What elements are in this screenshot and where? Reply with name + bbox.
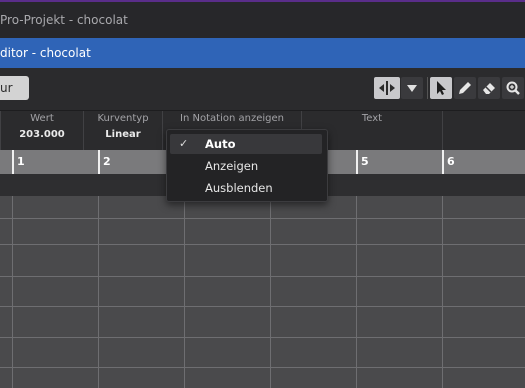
menu-item-auto[interactable]: ✓ Auto xyxy=(170,134,322,154)
column-value: 203.000 xyxy=(19,129,65,140)
grid-line xyxy=(0,337,525,338)
grid-line xyxy=(184,196,185,388)
zoom-tool-button[interactable] xyxy=(502,77,524,99)
ruler-bar-line xyxy=(442,150,444,174)
grid-line xyxy=(98,196,99,388)
editor-title-bar: ditor - chocolat xyxy=(0,38,525,68)
ruler-bar-label: 1 xyxy=(17,155,25,168)
grid-line xyxy=(442,196,443,388)
column-header: In Notation anzeigen xyxy=(180,113,284,124)
window-title-bar: Pro-Projekt - chocolat xyxy=(0,2,525,38)
left-toolbar-button[interactable]: ur xyxy=(0,76,29,100)
snap-mode-dropdown[interactable] xyxy=(401,77,423,99)
event-display-grid[interactable] xyxy=(0,196,525,388)
pencil-icon xyxy=(459,82,471,94)
column-header: Text xyxy=(361,113,383,124)
column-divider xyxy=(442,111,443,150)
grid-line xyxy=(270,196,271,388)
menu-item-label: Anzeigen xyxy=(205,159,259,173)
pointer-icon xyxy=(437,81,446,95)
window-title: Pro-Projekt - chocolat xyxy=(0,13,128,27)
snap-icon xyxy=(379,81,395,95)
notation-display-menu: ✓ Auto Anzeigen Ausblenden xyxy=(166,129,328,202)
snap-mode-button[interactable] xyxy=(374,77,400,99)
ruler-bar-line xyxy=(356,150,358,174)
grid-line xyxy=(0,306,525,307)
ruler-bar-label: 6 xyxy=(447,155,455,168)
left-toolbar-button-label: ur xyxy=(0,81,13,95)
column-header: Kurventyp xyxy=(97,113,149,124)
menu-item-label: Ausblenden xyxy=(205,181,273,195)
toolbar: ur xyxy=(0,68,525,111)
checkmark-icon: ✓ xyxy=(179,137,189,150)
eraser-icon xyxy=(483,83,495,94)
toolbar-divider xyxy=(427,77,428,99)
grid-line xyxy=(0,218,525,219)
column-wert[interactable]: Wert 203.000 xyxy=(1,111,83,150)
ruler-bar-label: 5 xyxy=(361,155,369,168)
select-tool-button[interactable] xyxy=(430,77,452,99)
grid-line xyxy=(12,196,13,388)
editor-title: ditor - chocolat xyxy=(0,46,91,60)
menu-item-label: Auto xyxy=(205,137,236,151)
draw-tool-button[interactable] xyxy=(454,77,476,99)
ruler-bar-label: 2 xyxy=(103,155,111,168)
grid-line xyxy=(0,276,525,277)
erase-tool-button[interactable] xyxy=(478,77,500,99)
column-value: Linear xyxy=(105,129,141,140)
column-kurventyp[interactable]: Kurventyp Linear xyxy=(84,111,162,150)
grid-line xyxy=(0,244,525,245)
grid-line xyxy=(356,196,357,388)
menu-item-ausblenden[interactable]: Ausblenden xyxy=(170,178,322,198)
menu-item-anzeigen[interactable]: Anzeigen xyxy=(170,156,322,176)
ruler-bar-line xyxy=(12,150,14,174)
chevron-down-icon xyxy=(407,85,417,92)
column-header: Wert xyxy=(30,113,54,124)
grid-line xyxy=(0,367,525,368)
magnifier-icon xyxy=(506,81,520,95)
ruler-bar-line xyxy=(98,150,100,174)
